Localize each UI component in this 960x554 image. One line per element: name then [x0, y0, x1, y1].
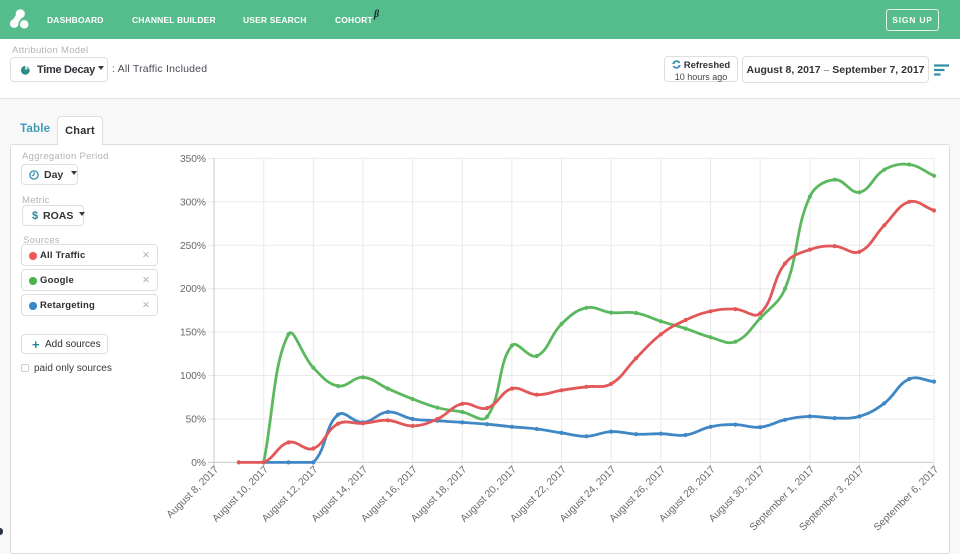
svg-text:August 8, 2017: August 8, 2017: [165, 464, 221, 520]
svg-text:September 6, 2017: September 6, 2017: [872, 464, 941, 533]
svg-text:50%: 50%: [186, 415, 206, 426]
svg-text:250%: 250%: [180, 241, 206, 252]
svg-text:200%: 200%: [180, 284, 206, 295]
svg-text:100%: 100%: [180, 371, 206, 382]
svg-text:150%: 150%: [180, 328, 206, 339]
svg-text:300%: 300%: [180, 197, 206, 208]
svg-text:0%: 0%: [191, 458, 206, 469]
svg-text:350%: 350%: [180, 154, 206, 165]
